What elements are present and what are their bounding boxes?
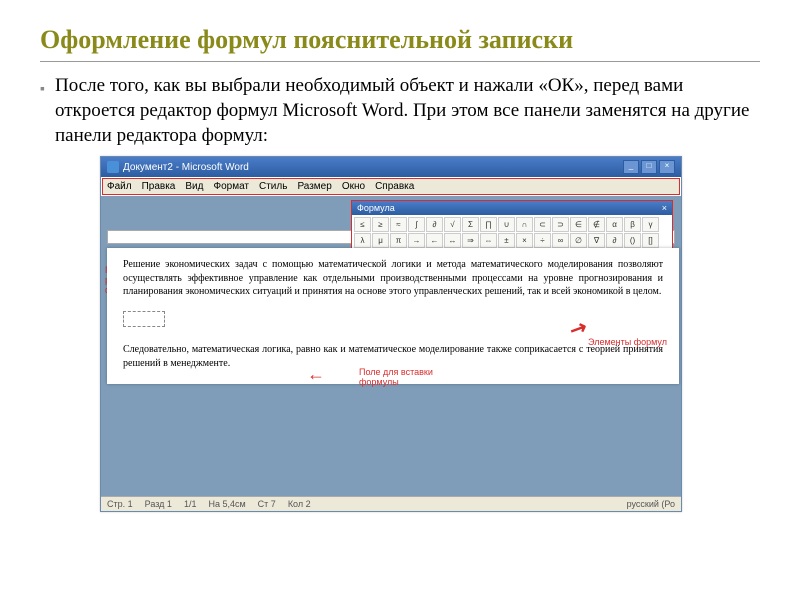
- formula-symbol-button[interactable]: ⇔: [480, 233, 497, 248]
- close-button[interactable]: ×: [659, 160, 675, 174]
- formula-symbol-button[interactable]: γ: [642, 217, 659, 232]
- title-underline: [40, 61, 760, 62]
- formula-symbol-button[interactable]: (): [624, 233, 641, 248]
- paragraph-2: Следовательно, математическая логика, ра…: [123, 343, 663, 370]
- word-icon: [107, 161, 119, 173]
- formula-insert-field[interactable]: [123, 311, 165, 327]
- word-window-screenshot: Документ2 - Microsoft Word _ □ × Файл Пр…: [100, 156, 682, 512]
- formula-symbol-button[interactable]: []: [642, 233, 659, 248]
- formula-symbol-button[interactable]: ÷: [534, 233, 551, 248]
- menu-file[interactable]: Файл: [107, 181, 132, 192]
- formula-symbol-button[interactable]: β: [624, 217, 641, 232]
- slide-title: Оформление формул пояснительной записки: [40, 24, 760, 55]
- formula-symbol-button[interactable]: ≤: [354, 217, 371, 232]
- status-pages: 1/1: [184, 499, 197, 509]
- formula-toolbar-close[interactable]: ×: [662, 203, 667, 213]
- document-page: Решение экономических задач с помощью ма…: [107, 248, 679, 384]
- bullet-marker: ▪: [40, 80, 45, 96]
- arrow-icon: ←: [307, 364, 325, 385]
- formula-symbol-button[interactable]: ⊃: [552, 217, 569, 232]
- formula-symbol-button[interactable]: ⇒: [462, 233, 479, 248]
- statusbar: Стр. 1 Разд 1 1/1 На 5,4см Ст 7 Кол 2 ру…: [101, 496, 681, 511]
- formula-symbol-button[interactable]: √: [444, 217, 461, 232]
- window-titlebar: Документ2 - Microsoft Word _ □ ×: [101, 157, 681, 177]
- formula-symbol-button[interactable]: ∂: [426, 217, 443, 232]
- formula-toolbar-title: Формула: [357, 203, 395, 213]
- menu-window[interactable]: Окно: [342, 181, 365, 192]
- formula-symbol-button[interactable]: ∫: [408, 217, 425, 232]
- minimize-button[interactable]: _: [623, 160, 639, 174]
- bullet-item: ▪ После того, как вы выбрали необходимый…: [40, 74, 760, 148]
- status-lang: русский (Ро: [627, 499, 675, 509]
- formula-symbol-button[interactable]: ∏: [480, 217, 497, 232]
- status-line: Ст 7: [258, 499, 276, 509]
- menu-edit[interactable]: Правка: [142, 181, 176, 192]
- menu-format[interactable]: Формат: [213, 181, 249, 192]
- formula-symbol-button[interactable]: ∈: [570, 217, 587, 232]
- formula-symbol-button[interactable]: ∂: [606, 233, 623, 248]
- formula-symbol-button[interactable]: ∉: [588, 217, 605, 232]
- formula-symbol-button[interactable]: ↔: [444, 233, 461, 248]
- formula-symbol-button[interactable]: ∅: [570, 233, 587, 248]
- formula-symbol-button[interactable]: μ: [372, 233, 389, 248]
- bullet-text: После того, как вы выбрали необходимый о…: [55, 74, 760, 148]
- menu-help[interactable]: Справка: [375, 181, 414, 192]
- formula-symbol-button[interactable]: ×: [516, 233, 533, 248]
- maximize-button[interactable]: □: [641, 160, 657, 174]
- formula-symbol-button[interactable]: Σ: [462, 217, 479, 232]
- status-col: Кол 2: [288, 499, 311, 509]
- status-page: Стр. 1: [107, 499, 133, 509]
- formula-symbol-button[interactable]: ∩: [516, 217, 533, 232]
- menubar: Файл Правка Вид Формат Стиль Размер Окно…: [102, 178, 680, 195]
- formula-symbol-button[interactable]: ±: [498, 233, 515, 248]
- menu-style[interactable]: Стиль: [259, 181, 287, 192]
- formula-symbol-button[interactable]: ⊂: [534, 217, 551, 232]
- menu-size[interactable]: Размер: [297, 181, 331, 192]
- status-position: На 5,4см: [208, 499, 245, 509]
- formula-symbol-button[interactable]: ∞: [552, 233, 569, 248]
- annotation-field: Поле для вставки формулы: [359, 368, 449, 388]
- formula-symbol-button[interactable]: ←: [426, 233, 443, 248]
- document-area: Формула × ≤≥≈∫∂√Σ∏∪∩⊂⊃∈∉αβγλμπ→←↔⇒⇔±×÷∞∅…: [101, 196, 681, 496]
- menu-view[interactable]: Вид: [185, 181, 203, 192]
- formula-symbol-button[interactable]: α: [606, 217, 623, 232]
- paragraph-1: Решение экономических задач с помощью ма…: [123, 258, 663, 299]
- formula-symbol-button[interactable]: ≈: [390, 217, 407, 232]
- formula-symbol-button[interactable]: →: [408, 233, 425, 248]
- formula-symbol-button[interactable]: ≥: [372, 217, 389, 232]
- window-title-text: Документ2 - Microsoft Word: [123, 162, 249, 173]
- formula-symbol-button[interactable]: ∇: [588, 233, 605, 248]
- formula-symbol-button[interactable]: λ: [354, 233, 371, 248]
- formula-symbol-button[interactable]: ∪: [498, 217, 515, 232]
- annotation-elements: Элементы формул: [587, 338, 667, 348]
- status-section: Разд 1: [145, 499, 172, 509]
- formula-symbol-button[interactable]: π: [390, 233, 407, 248]
